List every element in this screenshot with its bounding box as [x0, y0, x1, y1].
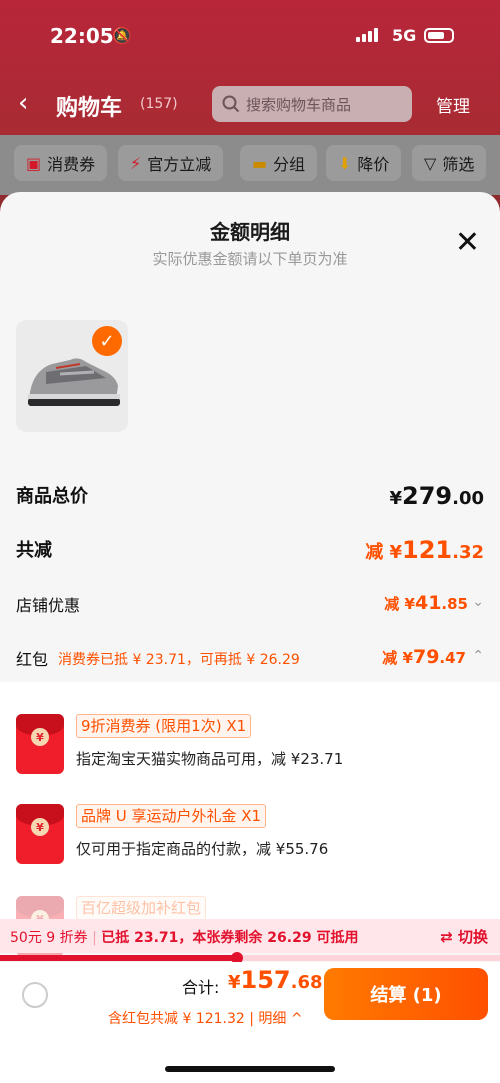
sheet-subtitle: 实际优惠金额请以下单页为准	[152, 250, 348, 268]
home-indicator	[165, 1066, 335, 1072]
red-packet-value: 减 ¥79.47	[382, 646, 466, 668]
red-envelope-icon: ¥	[16, 714, 64, 774]
page-title: 购物车	[56, 96, 123, 121]
row-goods-total: 商品总价 ¥279.00	[16, 482, 484, 512]
shop-discount-value: 减 ¥41.85	[384, 592, 468, 614]
coupon-progress-banner: 50元 9 折券 | 已抵 23.71，本张券剩余 26.29 可抵用 ⇄ 切换	[0, 919, 500, 953]
checkmark-icon[interactable]: ✓	[92, 326, 122, 356]
filter-coupon[interactable]: ▣ 消费券	[14, 145, 108, 181]
coupon-tag: 百亿超级加补红包	[76, 896, 207, 920]
progress-text: 50元 9 折券 | 已抵 23.71，本张券剩余 26.29 可抵用	[10, 930, 359, 946]
total-detail-link[interactable]: 含红包共减 ¥ 121.32 | 明细 ^	[108, 1008, 303, 1028]
filter-label: 降价	[357, 155, 390, 174]
filter-official-discount[interactable]: ⚡ 官方立减	[118, 145, 224, 181]
total-reduce-label: 共减	[16, 540, 52, 561]
filter-label: 分组	[273, 155, 306, 174]
total-label: 合计:	[182, 978, 220, 997]
checkout-footer: 合计: ¥157.68 含红包共减 ¥ 121.32 | 明细 ^ 结算 (1)	[0, 962, 500, 1083]
signal-icon	[356, 28, 378, 42]
chevron-up-icon: ⌃	[472, 648, 484, 664]
coupon-item[interactable]: ¥ 9折消费券 (限用1次) X1 指定淘宝天猫实物商品可用，减 ¥23.71	[16, 714, 486, 778]
switch-button[interactable]: ⇄ 切换	[440, 926, 488, 947]
coupon-item[interactable]: ¥ 品牌 U 享运动户外礼金 X1 仅可用于指定商品的付款，减 ¥55.76	[16, 804, 486, 868]
select-all-checkbox[interactable]	[22, 982, 48, 1008]
filter-group[interactable]: ▬ 分组	[240, 145, 318, 181]
search-icon	[222, 95, 240, 113]
back-button[interactable]: ‹	[18, 88, 28, 118]
row-total-reduce: 共减 减 ¥121.32	[16, 536, 484, 566]
filter-label: 筛选	[442, 155, 475, 174]
amount-detail-sheet: 金额明细 实际优惠金额请以下单页为准 ✕ ✓ 商品总价 ¥279.00 共减 减…	[0, 192, 500, 1083]
network-label: 5G	[392, 26, 417, 45]
filter-label: 消费券	[47, 155, 96, 174]
sheet-title: 金额明细	[210, 220, 290, 244]
folder-icon: ▬	[252, 153, 268, 173]
cart-header: ‹ 购物车 (157) 搜索购物车商品 管理	[0, 86, 500, 126]
coupon-icon: ▣	[26, 153, 42, 173]
red-packet-tip: 消费券已抵 ¥ 23.71，可再抵 ¥ 26.29	[58, 652, 300, 668]
search-placeholder: 搜索购物车商品	[246, 95, 352, 114]
filter-icon: ▽	[424, 153, 437, 173]
filter-price-drop[interactable]: ⬇ 降价	[326, 145, 402, 181]
coupon-tag: 9折消费券 (限用1次) X1	[76, 714, 252, 738]
chevron-down-icon: ⌄	[472, 594, 484, 610]
red-envelope-icon: ¥	[16, 804, 64, 864]
coupon-list: ¥ 9折消费券 (限用1次) X1 指定淘宝天猫实物商品可用，减 ¥23.71 …	[0, 682, 500, 956]
goods-total-value: ¥279.00	[389, 482, 484, 510]
progress-coupon-name: 50元 9 折券	[10, 930, 88, 946]
progress-detail: 已抵 23.71，本张券剩余 26.29 可抵用	[101, 930, 359, 946]
status-time: 22:05	[50, 24, 114, 48]
manage-button[interactable]: 管理	[436, 92, 470, 117]
filter-bar: ▣ 消费券 ⚡ 官方立减 ▬ 分组 ⬇ 降价 ▽ 筛选	[0, 135, 500, 195]
checkout-button[interactable]: 结算 (1)	[324, 968, 488, 1020]
lightning-icon: ⚡	[130, 153, 142, 173]
row-red-packet[interactable]: 红包 消费券已抵 ¥ 23.71，可再抵 ¥ 26.29 减 ¥79.47 ⌃	[16, 646, 484, 674]
progress-fill	[0, 955, 237, 961]
filter-filter[interactable]: ▽ 筛选	[412, 145, 487, 181]
row-shop-discount[interactable]: 店铺优惠 减 ¥41.85 ⌄	[16, 592, 484, 620]
bell-muted-icon: 🔕	[112, 26, 132, 45]
price-drop-icon: ⬇	[338, 153, 352, 173]
coupon-desc: 指定淘宝天猫实物商品可用，减 ¥23.71	[76, 750, 344, 768]
cart-count: (157)	[140, 96, 178, 112]
red-packet-label: 红包	[16, 650, 49, 669]
total-reduce-value: 减 ¥121.32	[365, 536, 484, 564]
battery-icon	[424, 28, 454, 43]
progress-track	[0, 952, 500, 964]
shop-discount-label: 店铺优惠	[16, 596, 81, 615]
close-button[interactable]: ✕	[455, 228, 480, 258]
search-input[interactable]: 搜索购物车商品	[212, 86, 412, 122]
filter-label: 官方立减	[147, 155, 212, 174]
total-value: ¥157.68	[228, 966, 323, 994]
status-bar: 22:05 🔕 5G	[0, 22, 500, 56]
goods-total-label: 商品总价	[16, 486, 88, 507]
coupon-desc: 仅可用于指定商品的付款，减 ¥55.76	[76, 840, 329, 858]
coupon-tag: 品牌 U 享运动户外礼金 X1	[76, 804, 267, 828]
